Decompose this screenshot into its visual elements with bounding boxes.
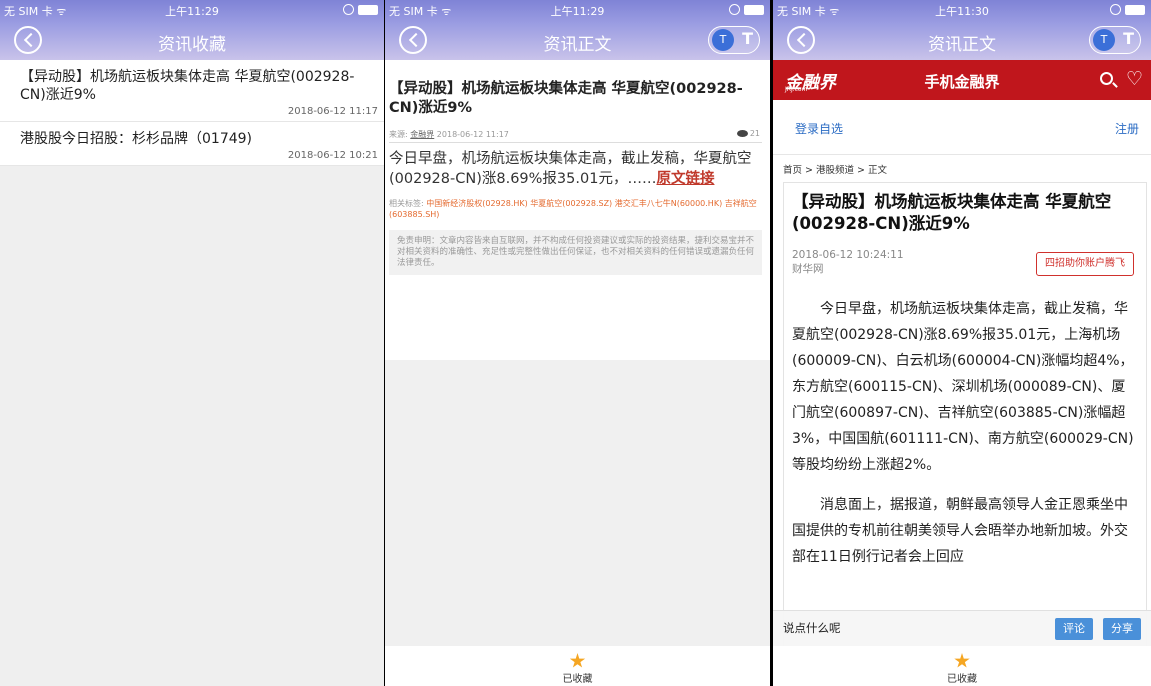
status-bar: 无 SIM 卡 ᯤ 上午11:30 <box>773 0 1151 20</box>
search-icon[interactable] <box>1100 72 1113 85</box>
font-small-icon: T <box>1093 29 1115 51</box>
source-label: 来源: <box>389 130 408 139</box>
list-item-title: 港股股今日招股：杉杉品牌（01749) <box>20 131 252 147</box>
battery-icon <box>1125 4 1145 15</box>
register-link[interactable]: 注册 <box>1115 120 1139 137</box>
article-title: 【异动股】机场航运板块集体走高 华夏航空(002928-CN)涨近9% <box>389 81 743 116</box>
font-size-toggle[interactable]: T T <box>1089 26 1141 54</box>
article-meta: 2018-06-12 10:24:11 财华网 四招助你账户腾飞 <box>792 248 1134 282</box>
font-large-icon: T <box>742 29 753 48</box>
tags-list[interactable]: 中国新经济股权(02928.HK) 华夏航空(002928.SZ) 港交汇丰八七… <box>389 199 757 219</box>
favorites-list: 【异动股】机场航运板块集体走高 华夏航空(002928-CN)涨近9% 2018… <box>0 60 384 166</box>
comment-bar: 说点什么呢 评论 分享 <box>773 610 1151 646</box>
source-link[interactable]: 金融界 <box>410 130 434 139</box>
nav-bar: 资讯正文 T T <box>773 20 1151 60</box>
list-item-date: 2018-06-12 11:17 <box>287 106 378 117</box>
favorite-bar[interactable]: 已收藏 <box>773 646 1151 686</box>
rotation-lock-icon <box>1110 4 1121 15</box>
empty-area <box>385 360 770 646</box>
rotation-lock-icon <box>729 4 740 15</box>
battery-icon <box>744 4 764 15</box>
favorited-label: 已收藏 <box>947 674 977 685</box>
promo-button[interactable]: 四招助你账户腾飞 <box>1036 252 1134 276</box>
star-icon[interactable] <box>954 653 970 668</box>
site-title: 手机金融界 <box>924 73 1000 91</box>
article-paragraph: 消息面上，据报道，朝鲜最高领导人金正恩乘坐中国提供的专机前往朝美领导人会晤举办地… <box>792 497 1128 565</box>
account-row: 登录自选 注册 <box>773 100 1151 155</box>
article-content: 【异动股】机场航运板块集体走高 华夏航空(002928-CN)涨近9% 来源: … <box>385 60 770 686</box>
related-tags: 相关标签: 中国新经济股权(02928.HK) 华夏航空(002928.SZ) … <box>389 198 762 220</box>
font-size-toggle[interactable]: T T <box>708 26 760 54</box>
battery-icon <box>358 4 378 15</box>
page-title: 资讯收藏 <box>158 35 226 55</box>
font-large-icon: T <box>1123 29 1134 48</box>
article-meta: 来源: 金融界 2018-06-12 11:17 21 <box>389 129 762 143</box>
original-link[interactable]: 原文链接 <box>656 171 714 187</box>
status-bar: 无 SIM 卡 ᯤ 上午11:29 <box>0 0 384 20</box>
eye-icon <box>736 130 748 137</box>
font-small-icon: T <box>712 29 734 51</box>
article-date: 2018-06-12 11:17 <box>436 130 509 139</box>
disclaimer: 免责申明：文章内容皆来自互联网，并不构成任何投资建议或实际的投资结果，捷利交易宝… <box>389 230 762 275</box>
tags-label: 相关标签: <box>389 199 424 208</box>
favorited-label: 已收藏 <box>562 674 593 685</box>
comment-input[interactable]: 说点什么呢 <box>783 620 1007 636</box>
view-count: 21 <box>736 129 760 138</box>
list-item[interactable]: 港股股今日招股：杉杉品牌（01749) 2018-06-12 10:21 <box>0 122 384 166</box>
view-count-value: 21 <box>749 129 760 138</box>
list-item-title: 【异动股】机场航运板块集体走高 华夏航空(002928-CN)涨近9% <box>20 69 355 103</box>
article-screen: 无 SIM 卡 ᯤ 上午11:29 资讯正文 T T 【异动股】机场航运板块集体… <box>385 0 770 686</box>
status-bar: 无 SIM 卡 ᯤ 上午11:29 <box>385 0 770 20</box>
nav-bar: 资讯收藏 <box>0 20 384 60</box>
breadcrumb[interactable]: 首页 > 港股频道 > 正文 <box>783 162 887 176</box>
list-item-date: 2018-06-12 10:21 <box>287 150 378 161</box>
favorite-bar[interactable]: 已收藏 <box>385 646 770 686</box>
heart-icon[interactable]: ♡ <box>1126 68 1143 90</box>
list-item[interactable]: 【异动股】机场航运板块集体走高 华夏航空(002928-CN)涨近9% 2018… <box>0 60 384 122</box>
clock: 上午11:30 <box>935 5 989 18</box>
article-paragraph: 今日早盘，机场航运板块集体走高，截止发稿，华夏航空(002928-CN)涨8.6… <box>792 301 1134 473</box>
clock: 上午11:29 <box>550 5 605 18</box>
comment-button[interactable]: 评论 <box>1055 618 1093 640</box>
site-header: 金融界 JRJ.com 手机金融界 ♡ <box>773 60 1151 100</box>
star-icon[interactable] <box>569 653 586 668</box>
nav-bar: 资讯正文 T T <box>385 20 770 60</box>
article-body: 今日早盘，机场航运板块集体走高，截止发稿，华夏航空(002928-CN)涨8.6… <box>792 296 1134 570</box>
web-article-screen: 无 SIM 卡 ᯤ 上午11:30 资讯正文 T T 金融界 JRJ.com 手… <box>773 0 1151 686</box>
favorites-screen: 无 SIM 卡 ᯤ 上午11:29 资讯收藏 【异动股】机场航运板块集体走高 华… <box>0 0 384 686</box>
rotation-lock-icon <box>343 4 354 15</box>
login-link[interactable]: 登录自选 <box>795 120 843 137</box>
article-title: 【异动股】机场航运板块集体走高 华夏航空(002928-CN)涨近9% <box>792 192 1112 233</box>
article-body: 今日早盘，机场航运板块集体走高，截止发稿，华夏航空(002928-CN)涨8.6… <box>389 149 762 189</box>
share-button[interactable]: 分享 <box>1103 618 1141 640</box>
clock: 上午11:29 <box>165 5 219 18</box>
